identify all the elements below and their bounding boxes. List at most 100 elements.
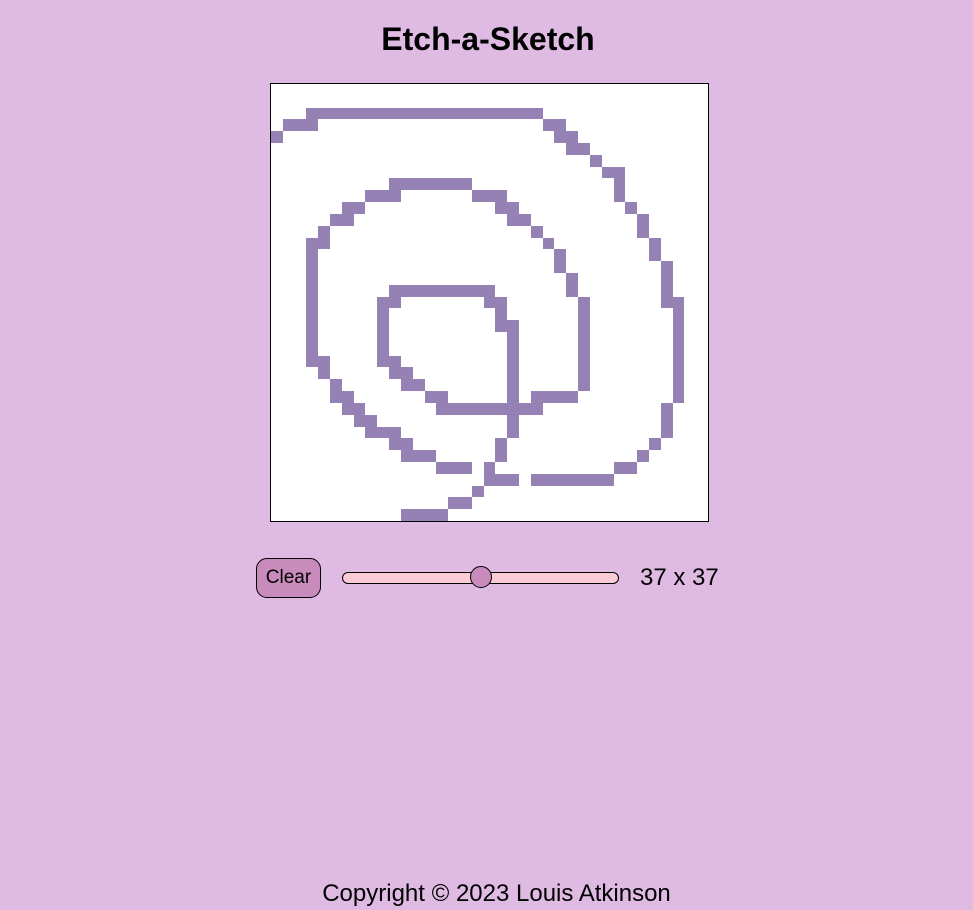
grid-cell[interactable] [590,226,602,238]
grid-cell[interactable] [483,402,496,415]
grid-cell[interactable] [389,178,401,191]
grid-cell[interactable] [330,131,342,143]
grid-cell[interactable] [460,84,472,96]
grid-cell[interactable] [531,344,543,356]
grid-cell[interactable] [400,367,413,380]
grid-cell[interactable] [578,155,590,167]
grid-cell[interactable] [696,344,708,356]
grid-cell[interactable] [649,391,661,403]
grid-cell[interactable] [637,367,649,379]
grid-cell[interactable] [660,296,673,309]
grid-cell[interactable] [625,167,637,179]
grid-cell[interactable] [472,119,484,131]
grid-cell[interactable] [342,332,354,344]
grid-cell[interactable] [602,238,614,250]
grid-cell[interactable] [306,131,318,143]
grid-cell[interactable] [295,96,307,108]
grid-cell[interactable] [602,143,614,155]
grid-cell[interactable] [484,450,496,462]
grid-cell[interactable] [377,214,389,226]
grid-cell[interactable] [566,249,578,261]
grid-cell[interactable] [472,427,484,439]
grid-cell[interactable] [660,261,673,273]
grid-cell[interactable] [673,214,685,226]
grid-cell[interactable] [365,273,377,285]
grid-cell[interactable] [602,391,614,403]
grid-cell[interactable] [661,367,673,379]
grid-cell[interactable] [519,297,531,309]
grid-cell[interactable] [425,143,437,155]
grid-cell[interactable] [614,415,626,427]
grid-cell[interactable] [354,367,366,379]
grid-cell[interactable] [295,415,307,427]
grid-cell[interactable] [365,155,377,167]
grid-cell[interactable] [531,238,543,250]
grid-cell[interactable] [519,474,531,486]
grid-cell[interactable] [566,391,579,403]
grid-cell[interactable] [484,261,496,273]
grid-cell[interactable] [601,473,614,486]
grid-cell[interactable] [377,438,389,450]
grid-cell[interactable] [531,297,543,309]
grid-cell[interactable] [365,249,377,261]
grid-cell[interactable] [684,450,696,462]
grid-cell[interactable] [673,509,685,521]
grid-cell[interactable] [684,143,696,155]
grid-cell[interactable] [554,96,566,108]
grid-cell[interactable] [590,84,602,96]
grid-cell[interactable] [519,332,531,344]
grid-cell[interactable] [625,297,637,309]
grid-cell[interactable] [519,226,531,238]
grid-cell[interactable] [673,167,685,179]
grid-cell[interactable] [661,238,673,250]
grid-cell[interactable] [353,202,366,214]
grid-cell[interactable] [661,474,673,486]
grid-cell[interactable] [519,308,531,320]
grid-cell[interactable] [460,427,472,439]
grid-cell[interactable] [661,438,673,450]
grid-cell[interactable] [413,190,425,202]
grid-cell[interactable] [578,273,590,285]
grid-cell[interactable] [413,297,425,309]
grid-cell[interactable] [696,367,708,379]
grid-cell[interactable] [495,96,507,108]
grid-cell[interactable] [590,297,602,309]
grid-cell[interactable] [519,273,531,285]
grid-cell[interactable] [342,509,354,521]
grid-cell[interactable] [696,379,708,391]
grid-cell[interactable] [401,273,413,285]
grid-cell[interactable] [401,474,413,486]
grid-cell[interactable] [684,190,696,202]
grid-cell[interactable] [495,450,508,462]
grid-cell[interactable] [377,167,389,179]
grid-cell[interactable] [306,237,319,250]
grid-cell[interactable] [566,119,578,131]
grid-cell[interactable] [283,486,295,498]
grid-cell[interactable] [318,285,330,297]
grid-cell[interactable] [590,285,602,297]
grid-cell[interactable] [306,462,318,474]
grid-cell[interactable] [400,438,413,451]
grid-cell[interactable] [342,344,354,356]
grid-cell[interactable] [637,403,649,415]
grid-cell[interactable] [578,320,590,333]
grid-cell[interactable] [330,474,342,486]
grid-cell[interactable] [542,391,555,403]
grid-cell[interactable] [425,344,437,356]
grid-cell[interactable] [637,486,649,498]
grid-cell[interactable] [507,355,520,368]
grid-cell[interactable] [507,497,519,509]
grid-cell[interactable] [318,367,331,380]
grid-cell[interactable] [401,226,413,238]
grid-cell[interactable] [295,367,307,379]
grid-cell[interactable] [365,131,377,143]
grid-cell[interactable] [318,427,330,439]
grid-cell[interactable] [684,438,696,450]
grid-cell[interactable] [696,497,708,509]
grid-cell[interactable] [543,320,555,332]
grid-cell[interactable] [377,486,389,498]
grid-cell[interactable] [661,131,673,143]
grid-cell[interactable] [365,474,377,486]
grid-cell[interactable] [472,84,484,96]
grid-cell[interactable] [590,238,602,250]
